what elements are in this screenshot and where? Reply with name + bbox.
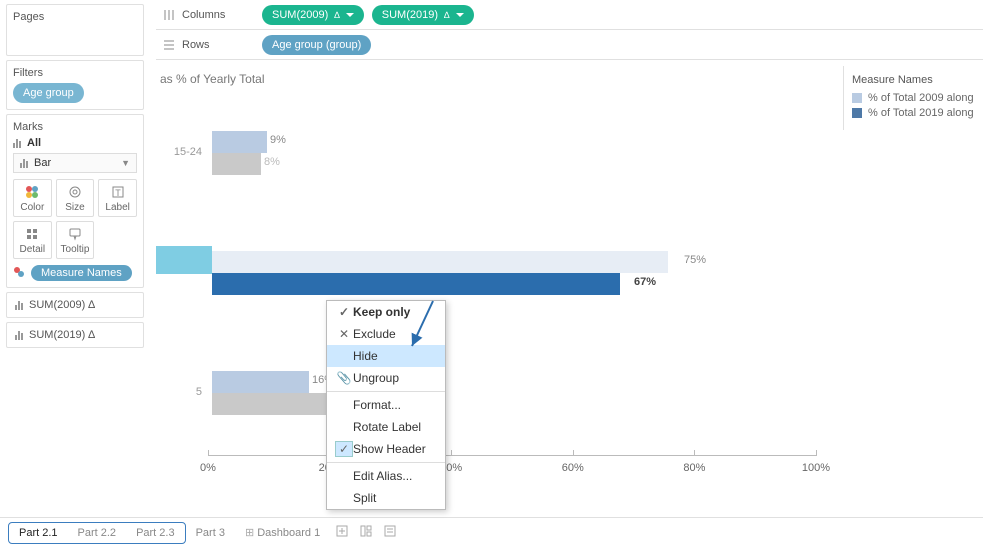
ctx-edit-alias[interactable]: Edit Alias... xyxy=(327,465,445,487)
ctx-rotate-label[interactable]: Rotate Label xyxy=(327,416,445,438)
legend-panel: Measure Names % of Total 2009 along % of… xyxy=(843,66,983,130)
check-icon: ✓ xyxy=(335,441,353,457)
legend-swatch-0 xyxy=(852,93,862,103)
columns-icon xyxy=(164,10,176,20)
marks-type-dropdown[interactable]: Bar ▼ xyxy=(13,153,137,173)
marks-color-button[interactable]: Color xyxy=(13,179,52,217)
columns-text: Columns xyxy=(182,9,225,21)
label-icon: T xyxy=(111,184,125,200)
new-dashboard-button[interactable] xyxy=(354,521,378,544)
shelves: Columns SUM(2009) ∆ SUM(2019) ∆ Rows Age… xyxy=(156,0,983,60)
bar-chart-icon xyxy=(13,139,21,148)
marks-all-row[interactable]: All xyxy=(13,137,137,149)
measure-names-pill[interactable]: Measure Names xyxy=(31,265,132,281)
rows-shelf[interactable]: Rows Age group (group) xyxy=(156,30,983,60)
tick-4: 80% xyxy=(683,462,705,474)
row-pill-0[interactable]: Age group (group) xyxy=(262,35,371,55)
bar-label-row1-2009: 75% xyxy=(684,254,706,266)
rows-label: Rows xyxy=(164,39,254,51)
color-icon xyxy=(25,184,39,200)
marks-tooltip-button[interactable]: Tooltip xyxy=(56,221,95,259)
ctx-ungroup[interactable]: 📎Ungroup xyxy=(327,367,445,389)
bar-label-row1-2019: 67% xyxy=(634,276,656,288)
ctx-separator xyxy=(327,462,445,463)
tick-3: 60% xyxy=(562,462,584,474)
bar-chart-icon xyxy=(15,301,23,310)
bar-row1-2019[interactable] xyxy=(212,273,620,295)
columns-shelf[interactable]: Columns SUM(2009) ∆ SUM(2019) ∆ xyxy=(156,0,983,30)
dashboard-icon: ⊞ xyxy=(245,527,254,539)
column-pill-1[interactable]: SUM(2019) ∆ xyxy=(372,5,474,25)
pages-title: Pages xyxy=(13,11,137,23)
tab-part-2-3[interactable]: Part 2.3 xyxy=(126,523,185,543)
filters-title: Filters xyxy=(13,67,137,79)
ctx-exclude[interactable]: ✕Exclude xyxy=(327,323,445,345)
rows-text: Rows xyxy=(182,39,210,51)
check-icon: ✓ xyxy=(335,305,353,319)
tooltip-icon xyxy=(68,226,82,242)
viz-title: as % of Yearly Total xyxy=(156,66,836,92)
chart-area[interactable]: 15-24 9% 8% 75% 67% 5 16% 25% 0% 20% 40%… xyxy=(156,96,836,476)
viz-canvas: as % of Yearly Total 15-24 9% 8% 75% 67%… xyxy=(156,66,836,496)
marks-title: Marks xyxy=(13,121,137,133)
ctx-hide[interactable]: Hide xyxy=(327,345,445,367)
tab-dashboard-1[interactable]: ⊞ Dashboard 1 xyxy=(235,522,330,543)
legend-item-1[interactable]: % of Total 2019 along xyxy=(852,107,975,119)
bar-chart-icon xyxy=(20,159,28,168)
marks-label-button[interactable]: T Label xyxy=(98,179,137,217)
marks-detail-button[interactable]: Detail xyxy=(13,221,52,259)
ctx-separator xyxy=(327,391,445,392)
pages-shelf[interactable]: Pages xyxy=(6,4,144,56)
row-header-0[interactable]: 15-24 xyxy=(156,146,208,158)
new-story-button[interactable] xyxy=(378,521,402,544)
caret-down-icon[interactable] xyxy=(346,13,354,17)
detail-icon xyxy=(25,226,39,242)
ctx-format[interactable]: Format... xyxy=(327,394,445,416)
context-menu: ✓Keep only ✕Exclude Hide 📎Ungroup Format… xyxy=(326,300,446,510)
tick-0: 0% xyxy=(200,462,216,474)
bar-row2-2009[interactable] xyxy=(212,371,309,393)
ctx-keep-only[interactable]: ✓Keep only xyxy=(327,301,445,323)
bar-row0-2009[interactable] xyxy=(212,131,267,153)
sum-2009-card[interactable]: SUM(2009) ∆ xyxy=(6,292,144,318)
bar-row1-2009[interactable] xyxy=(212,251,668,273)
new-worksheet-button[interactable] xyxy=(330,521,354,544)
filters-shelf[interactable]: Filters Age group xyxy=(6,60,144,110)
sum-2019-card[interactable]: SUM(2019) ∆ xyxy=(6,322,144,348)
svg-text:T: T xyxy=(115,188,121,198)
bar-row0-2019[interactable] xyxy=(212,153,261,175)
x-axis: 0% 20% 40% 60% 80% 100% xyxy=(208,455,816,456)
ctx-show-header[interactable]: ✓Show Header xyxy=(327,438,445,460)
ctx-split[interactable]: Split xyxy=(327,487,445,509)
marks-card: Marks All Bar ▼ Color Size T Label xyxy=(6,114,144,288)
row-header-1-selected[interactable] xyxy=(156,246,212,274)
marks-size-button[interactable]: Size xyxy=(56,179,95,217)
close-icon: ✕ xyxy=(335,327,353,341)
legend-swatch-1 xyxy=(852,108,862,118)
caret-down-icon[interactable] xyxy=(456,13,464,17)
legend-item-0[interactable]: % of Total 2009 along xyxy=(852,92,975,104)
size-icon xyxy=(68,184,82,200)
color-legend-icon xyxy=(13,266,25,281)
columns-label: Columns xyxy=(164,9,254,21)
bar-chart-icon xyxy=(15,331,23,340)
row-header-2[interactable]: 5 xyxy=(156,386,208,398)
tab-part-3[interactable]: Part 3 xyxy=(186,523,235,543)
tab-part-2-2[interactable]: Part 2.2 xyxy=(68,523,127,543)
bar-label-row0-2009: 9% xyxy=(270,134,286,146)
tab-highlight-group: Part 2.1 Part 2.2 Part 2.3 xyxy=(8,522,186,544)
legend-title: Measure Names xyxy=(852,74,975,86)
sheet-tabs: Part 2.1 Part 2.2 Part 2.3 Part 3 ⊞ Dash… xyxy=(0,517,983,547)
tick-5: 100% xyxy=(802,462,830,474)
left-sidebar: Pages Filters Age group Marks All Bar ▼ … xyxy=(0,0,150,352)
tab-part-2-1[interactable]: Part 2.1 xyxy=(9,523,68,543)
paperclip-icon: 📎 xyxy=(335,371,353,385)
column-pill-0[interactable]: SUM(2009) ∆ xyxy=(262,5,364,25)
bar-label-row0-2019: 8% xyxy=(264,156,280,168)
filter-pill-age-group[interactable]: Age group xyxy=(13,83,84,103)
caret-down-icon: ▼ xyxy=(121,158,130,168)
rows-icon xyxy=(164,40,176,50)
